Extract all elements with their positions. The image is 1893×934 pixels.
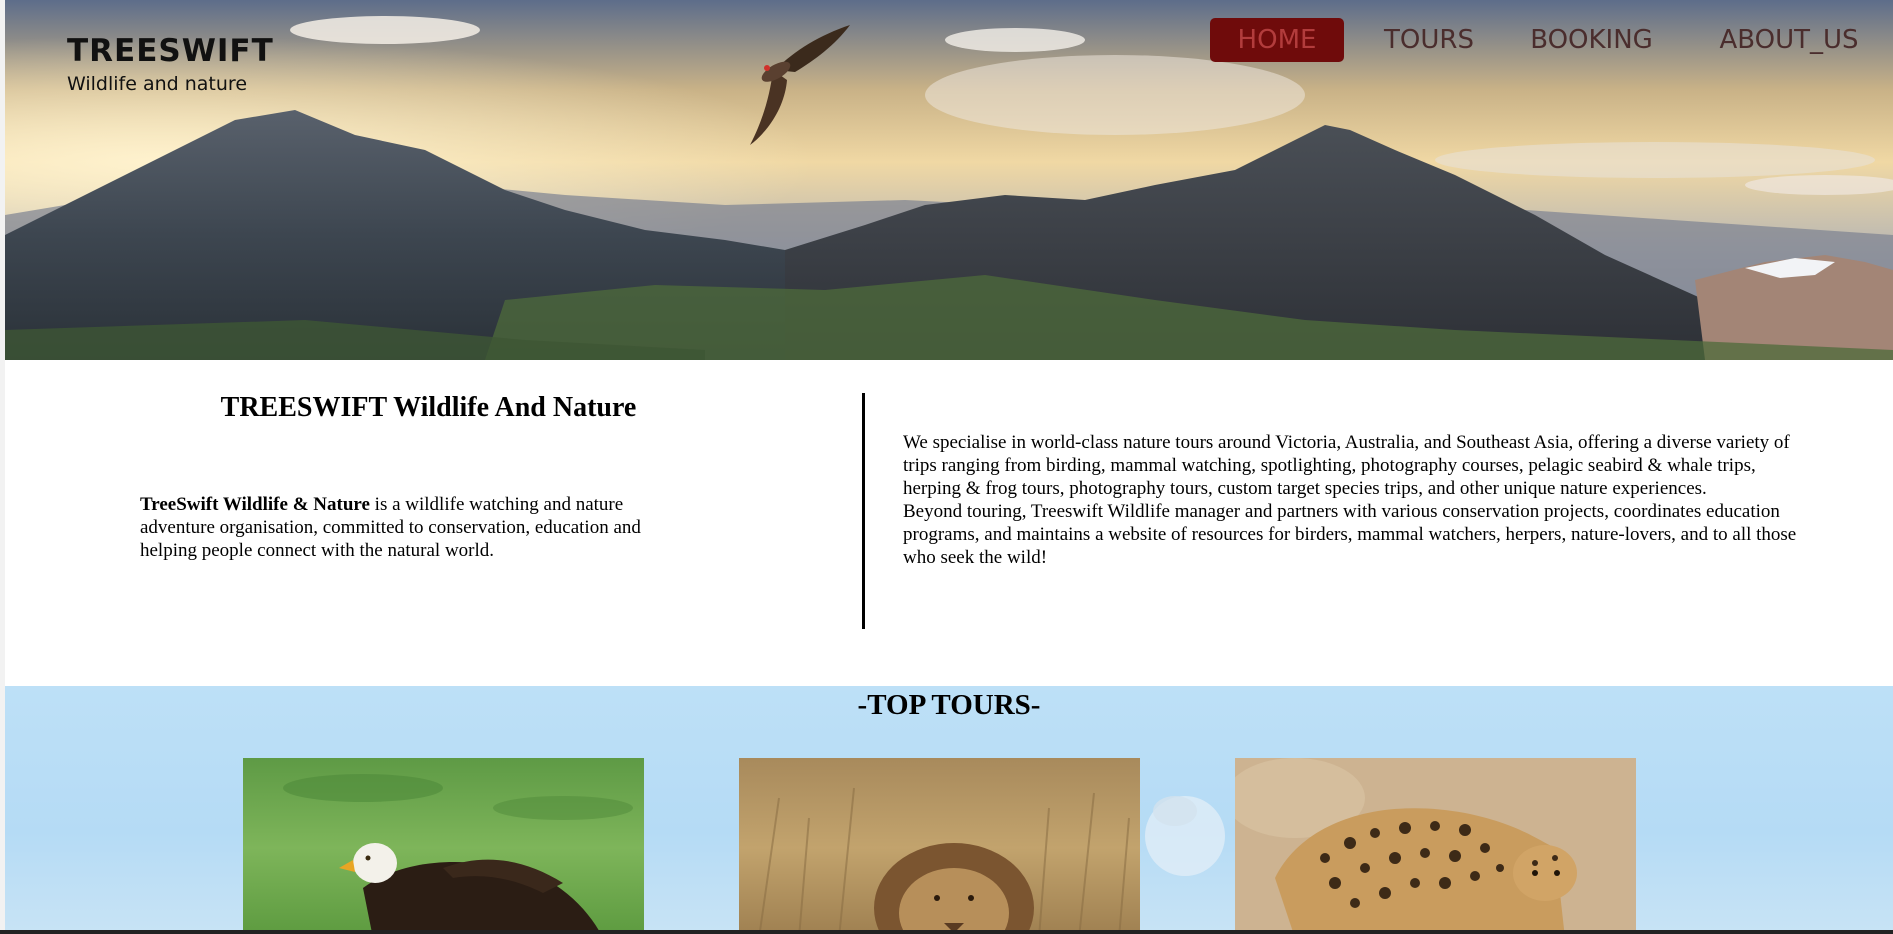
intro-summary: TreeSwift Wildlife & Nature is a wildlif… bbox=[140, 493, 680, 562]
top-tours-title: -TOP TOURS- bbox=[857, 689, 1041, 721]
intro-details-p1: We specialise in world-class nature tour… bbox=[903, 432, 1790, 499]
intro-heading: TREESWIFT Wildlife And Nature bbox=[220, 392, 637, 423]
brand-block: TREESWIFT Wildlife and nature bbox=[67, 33, 274, 95]
leopard-photo bbox=[1235, 758, 1636, 930]
intro-summary-bold: TreeSwift Wildlife & Nature bbox=[140, 494, 370, 515]
bald-eagle-photo bbox=[243, 758, 644, 930]
top-tours-section: -TOP TOURS- bbox=[5, 686, 1893, 930]
nav-about-us[interactable]: ABOUT_US bbox=[1699, 18, 1879, 62]
nav-tours[interactable]: TOURS bbox=[1362, 18, 1496, 62]
window-bottom-edge bbox=[0, 930, 1893, 934]
tour-card-lion[interactable] bbox=[739, 758, 1140, 930]
nav-home[interactable]: HOME bbox=[1210, 18, 1344, 62]
vertical-divider bbox=[862, 393, 865, 629]
lion-photo bbox=[739, 758, 1140, 930]
tour-card-eagle[interactable] bbox=[243, 758, 644, 930]
tour-card-leopard[interactable] bbox=[1235, 758, 1636, 930]
intro-section: TREESWIFT Wildlife And Nature TreeSwift … bbox=[5, 360, 1893, 686]
brand-title[interactable]: TREESWIFT bbox=[67, 33, 274, 69]
hero-banner: TREESWIFT Wildlife and nature HOME TOURS… bbox=[5, 0, 1893, 360]
intro-details-p2: Beyond touring, Treeswift Wildlife manag… bbox=[903, 501, 1797, 568]
brand-subtitle: Wildlife and nature bbox=[67, 73, 248, 95]
main-nav: HOME TOURS BOOKING ABOUT_US bbox=[1210, 18, 1879, 62]
nav-booking[interactable]: BOOKING bbox=[1514, 18, 1669, 62]
intro-details: We specialise in world-class nature tour… bbox=[903, 431, 1803, 569]
